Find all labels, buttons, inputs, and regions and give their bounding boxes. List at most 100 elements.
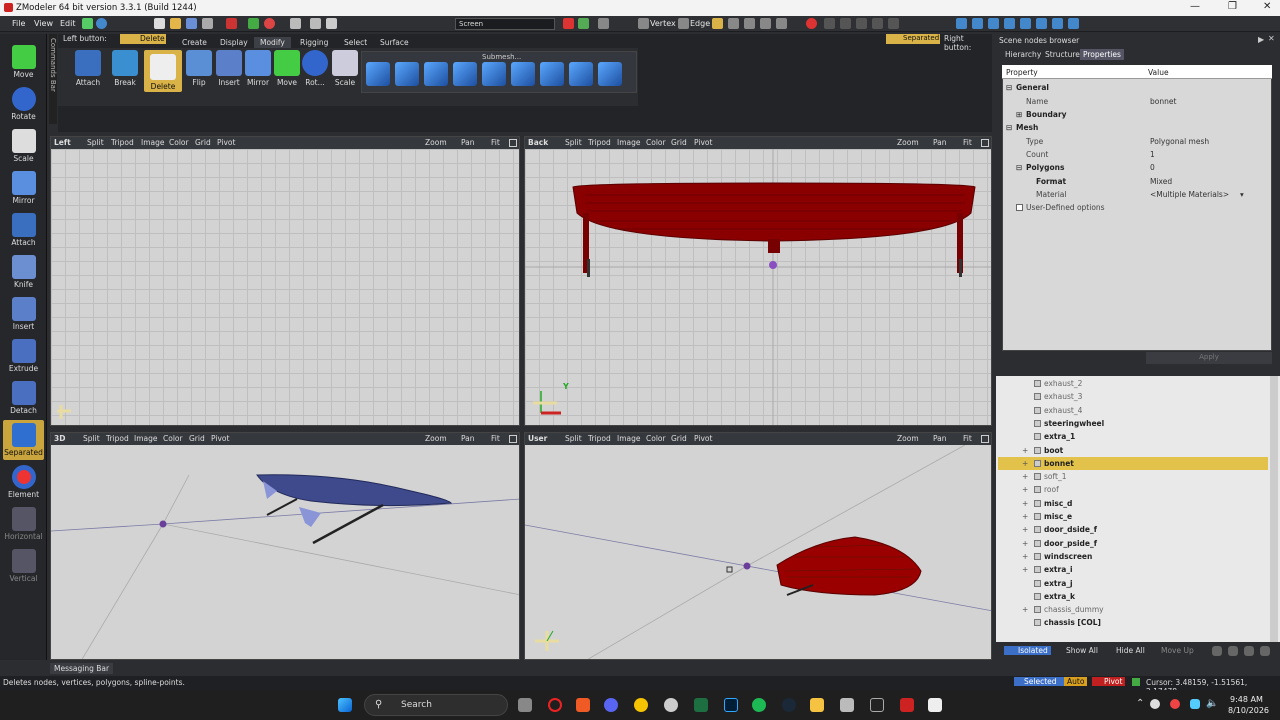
snap-icon[interactable]	[1132, 678, 1140, 686]
nav-zoom[interactable]: Zoom	[897, 434, 919, 443]
collapse-icon[interactable]: ⊟	[1006, 83, 1012, 92]
hierarchy-node[interactable]: exhaust_2	[998, 377, 1268, 390]
bone-mode-icon[interactable]	[776, 18, 787, 29]
hierarchy-node[interactable]: + bonnet	[998, 456, 1268, 470]
nav-zoom[interactable]: Zoom	[897, 138, 919, 147]
move-up-button[interactable]: Move Up	[1161, 646, 1194, 655]
tray-chevron-icon[interactable]: ⌃	[1136, 698, 1144, 709]
menu-split[interactable]: Split	[565, 138, 582, 147]
hierarchy-node[interactable]: + windscreen	[998, 550, 1268, 563]
hierarchy-node[interactable]: + roof	[998, 483, 1268, 496]
edge-mode-button[interactable]: Edge	[690, 19, 710, 28]
snap3-icon[interactable]	[856, 18, 867, 29]
steam-icon[interactable]	[782, 698, 796, 712]
tab-rigging[interactable]: Rigging	[294, 37, 334, 48]
pin-icon[interactable]: ▶	[1258, 35, 1264, 44]
tab-select[interactable]: Select	[338, 37, 373, 48]
left-button-value[interactable]: Delete	[120, 34, 166, 44]
tool3-icon[interactable]	[326, 18, 337, 29]
element-tool[interactable]: Element	[3, 462, 44, 502]
menu-tripod[interactable]: Tripod	[111, 138, 134, 147]
node-visibility-icon[interactable]	[1034, 566, 1041, 574]
tray-app-icon[interactable]	[1170, 699, 1180, 709]
expand-icon[interactable]: +	[1022, 472, 1028, 481]
submesh-box-icon[interactable]	[569, 62, 593, 86]
new-file-icon[interactable]	[154, 18, 165, 29]
nav-fit[interactable]: Fit	[963, 138, 972, 147]
node-visibility-icon[interactable]	[1034, 433, 1041, 441]
clock-time[interactable]: 9:48 AM	[1230, 695, 1263, 704]
expand-icon[interactable]: ⊞	[1016, 110, 1022, 119]
submesh-merge-icon[interactable]	[453, 62, 477, 86]
node-visibility-icon[interactable]	[1034, 446, 1041, 454]
viewport-name[interactable]: Back	[528, 138, 548, 147]
tab-structure[interactable]: Structure	[1042, 49, 1083, 60]
record-icon[interactable]	[264, 18, 275, 29]
hierarchy-node[interactable]: exhaust_3	[998, 390, 1268, 403]
zmodeler-icon[interactable]	[900, 698, 914, 712]
view8-icon[interactable]	[1068, 18, 1079, 29]
attach-tool[interactable]: Attach	[3, 210, 44, 250]
spline-mode-icon[interactable]	[744, 18, 755, 29]
menu-pivot[interactable]: Pivot	[211, 434, 229, 443]
photoshop-icon[interactable]	[724, 698, 738, 712]
cloud-icon[interactable]	[1150, 699, 1160, 709]
collapse-icon[interactable]: ⊟	[1016, 163, 1022, 172]
prop-material[interactable]: Material <Multiple Materials> ▾	[1004, 188, 1276, 201]
delete-button[interactable]: Delete	[144, 50, 182, 92]
prop-material-value[interactable]: <Multiple Materials>	[1150, 190, 1229, 199]
menu-pivot[interactable]: Pivot	[217, 138, 235, 147]
tray-app2-icon[interactable]	[1190, 699, 1200, 709]
volume-icon[interactable]: 🔈	[1206, 698, 1218, 709]
tab-create[interactable]: Create	[176, 37, 213, 48]
maximize-viewport-icon[interactable]	[981, 139, 989, 147]
open-folder-icon[interactable]	[170, 18, 181, 29]
submesh-weld-icon[interactable]	[540, 62, 564, 86]
menu-tripod[interactable]: Tripod	[588, 434, 611, 443]
redo-icon[interactable]	[248, 18, 259, 29]
detach-tool[interactable]: Detach	[3, 378, 44, 418]
menu-pivot[interactable]: Pivot	[694, 434, 712, 443]
attach-button[interactable]: Attach	[71, 50, 105, 87]
horizontal-tool[interactable]: Horizontal	[3, 504, 44, 544]
submesh-explode-icon[interactable]	[482, 62, 506, 86]
view5-icon[interactable]	[1020, 18, 1031, 29]
submesh-paint-icon[interactable]	[395, 62, 419, 86]
element-mode-icon[interactable]	[728, 18, 739, 29]
view4-icon[interactable]	[1004, 18, 1015, 29]
maximize-icon[interactable]: ❐	[1228, 1, 1237, 12]
filter-icon[interactable]	[598, 18, 609, 29]
node-visibility-icon[interactable]	[1034, 380, 1041, 387]
save-icon[interactable]	[186, 18, 197, 29]
polygon-mode-icon[interactable]	[712, 18, 723, 29]
undo-icon[interactable]	[226, 18, 237, 29]
nav-fit[interactable]: Fit	[491, 434, 500, 443]
selection-x-icon[interactable]	[563, 18, 574, 29]
prop-boundary[interactable]: ⊞ Boundary	[1004, 108, 1276, 121]
nav-zoom[interactable]: Zoom	[425, 138, 447, 147]
node-visibility-icon[interactable]	[1034, 406, 1041, 414]
view6-icon[interactable]	[1036, 18, 1047, 29]
expand-icon[interactable]: +	[1022, 565, 1028, 574]
submesh-cube-icon[interactable]	[366, 62, 390, 86]
menu-tripod[interactable]: Tripod	[106, 434, 129, 443]
expand-icon[interactable]: +	[1022, 485, 1028, 494]
flip-button[interactable]: Flip	[182, 50, 216, 87]
maximize-viewport-icon[interactable]	[981, 435, 989, 443]
nav-fit[interactable]: Fit	[963, 434, 972, 443]
tab-hierarchy[interactable]: Hierarchy	[1002, 49, 1044, 60]
tab-display[interactable]: Display	[214, 37, 254, 48]
tab-properties[interactable]: Properties	[1080, 49, 1124, 60]
expand-icon[interactable]: +	[1022, 512, 1028, 521]
submesh-split-icon[interactable]	[424, 62, 448, 86]
hierarchy-node[interactable]: + door_pside_f	[998, 537, 1268, 550]
tab-surface[interactable]: Surface	[374, 37, 415, 48]
node-visibility-icon[interactable]	[1034, 552, 1041, 560]
list-option3-icon[interactable]	[1244, 646, 1254, 656]
viewport-name[interactable]: Left	[54, 138, 71, 147]
vertex-mode-button[interactable]: Vertex	[650, 19, 676, 28]
selection-check-icon[interactable]	[578, 18, 589, 29]
close-icon[interactable]: ✕	[1268, 34, 1275, 43]
expand-icon[interactable]: +	[1022, 499, 1028, 508]
node-visibility-icon[interactable]	[1034, 513, 1041, 520]
